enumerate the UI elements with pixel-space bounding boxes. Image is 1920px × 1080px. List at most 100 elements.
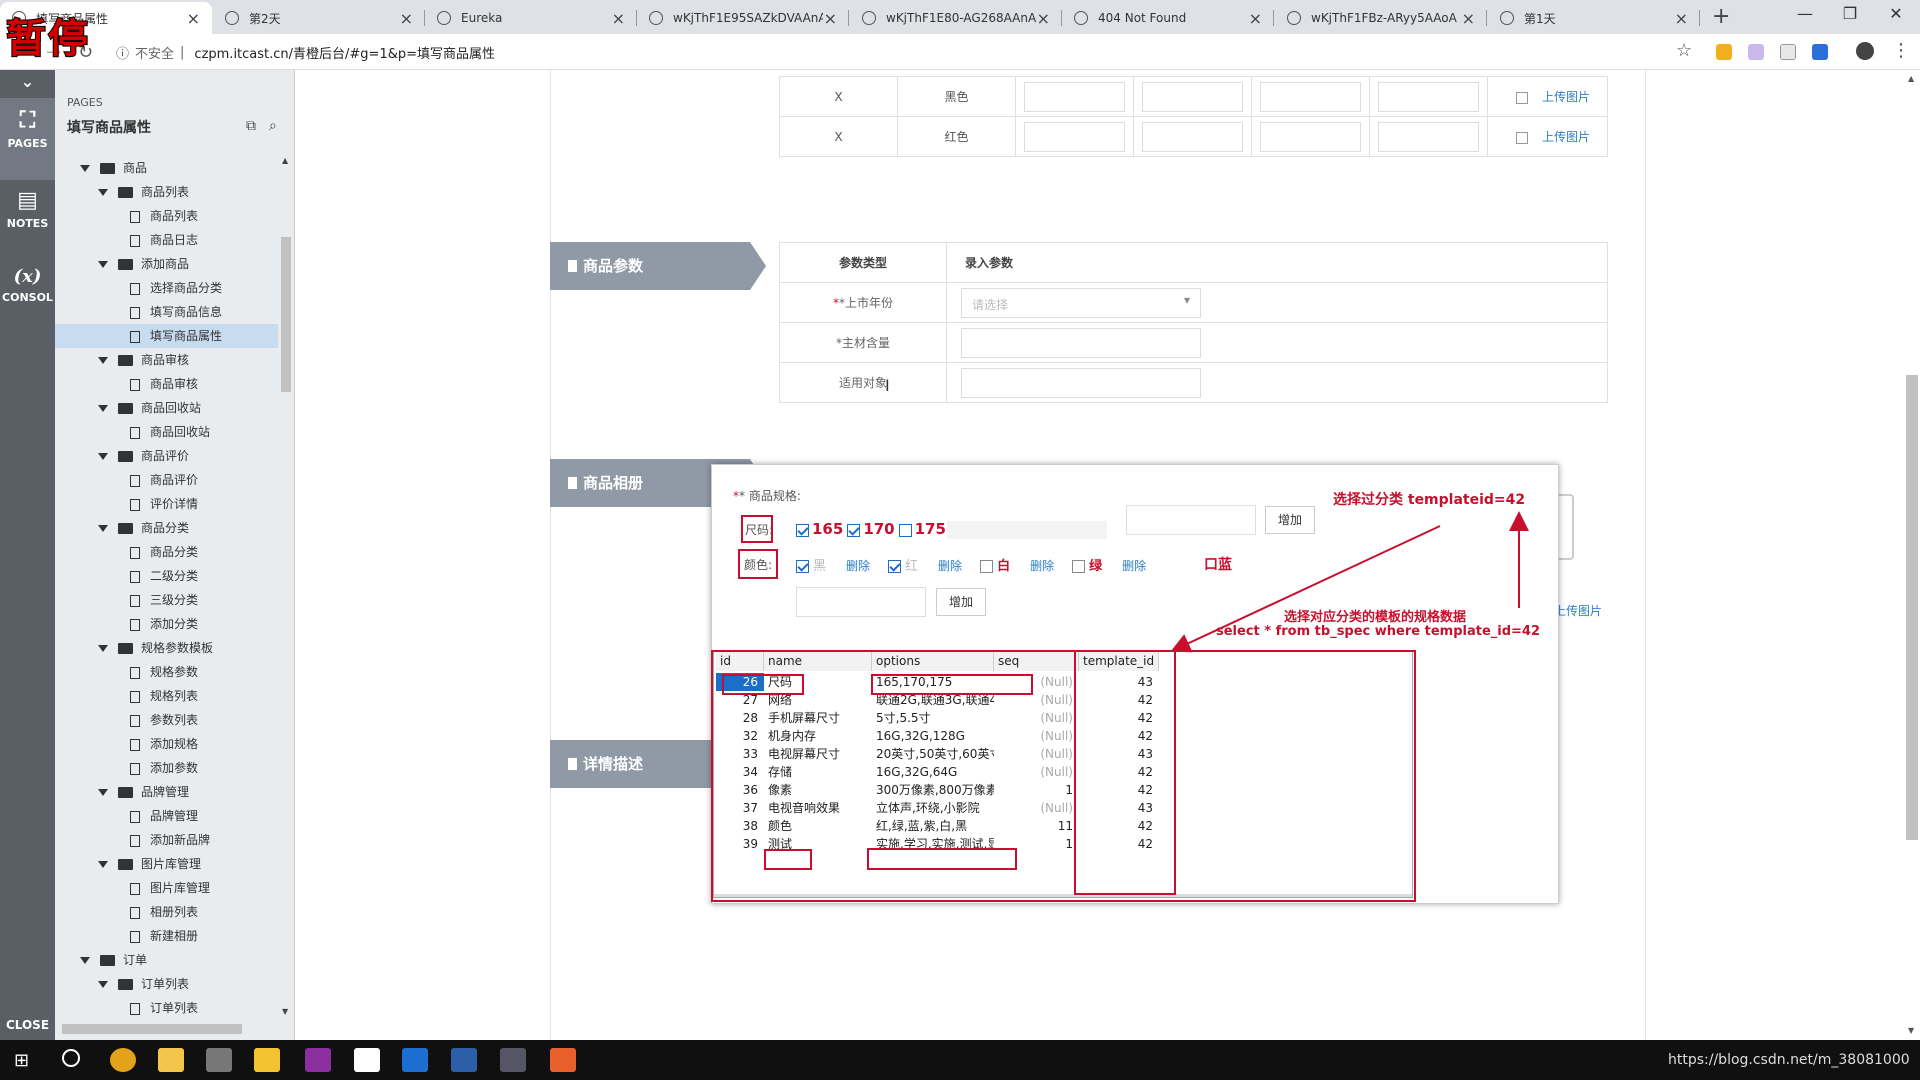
browser-tab[interactable]: 第1天 × <box>1488 2 1700 34</box>
scroll-down-arrow-icon[interactable]: ▼ <box>1908 1026 1914 1035</box>
color-checkbox[interactable] <box>888 560 902 573</box>
app-icon[interactable] <box>550 1048 576 1072</box>
tree-page[interactable]: 商品列表 <box>130 204 198 228</box>
tree-folder[interactable]: 商品评价 <box>98 444 189 468</box>
app-icon[interactable] <box>500 1048 526 1072</box>
size-checkbox[interactable] <box>796 524 809 537</box>
sku-weight-input[interactable] <box>1378 121 1479 152</box>
delete-link[interactable]: 删除 <box>938 559 962 573</box>
browser-tab[interactable]: wKjThF1E80-AG268AAnA × <box>850 2 1062 34</box>
expand-triangle-icon[interactable] <box>80 165 90 172</box>
windows-start-icon[interactable]: ⊞ <box>14 1050 29 1071</box>
scroll-up-arrow-icon[interactable]: ▲ <box>282 156 288 165</box>
target-input[interactable] <box>961 367 1201 398</box>
size-checkbox[interactable] <box>898 524 912 537</box>
tree-page[interactable]: 商品分类 <box>130 540 198 564</box>
sku-price-input[interactable] <box>1024 121 1125 152</box>
profile-avatar-icon[interactable] <box>1856 42 1874 60</box>
nav-pages[interactable]: ⛶ PAGES <box>0 98 55 180</box>
tab-close-icon[interactable]: × <box>1249 9 1262 28</box>
tree-page[interactable]: 选择商品分类 <box>130 276 222 300</box>
expand-triangle-icon[interactable] <box>98 525 108 532</box>
app-icon[interactable] <box>206 1048 232 1072</box>
tree-folder[interactable]: 品牌管理 <box>98 780 189 804</box>
tree-folder[interactable]: 规格参数模板 <box>98 636 213 660</box>
app-icon[interactable] <box>402 1048 428 1072</box>
tree-page[interactable]: 品牌管理 <box>130 804 198 828</box>
tree-folder[interactable]: 商品回收站 <box>98 396 201 420</box>
color-option[interactable]: 黑 删除 <box>796 559 870 574</box>
nav-notes[interactable]: ▤ NOTES <box>0 188 55 230</box>
tree-page[interactable]: 商品日志 <box>130 228 198 252</box>
color-checkbox[interactable] <box>1072 560 1086 573</box>
chrome-icon[interactable] <box>110 1048 136 1072</box>
tab-close-icon[interactable]: × <box>400 9 413 28</box>
extension-icon[interactable] <box>1780 44 1796 60</box>
color-add-button[interactable]: 增加 <box>936 588 986 616</box>
collapse-chevron-icon[interactable]: ⌄ <box>0 72 55 91</box>
color-option[interactable]: 红 删除 <box>888 559 962 574</box>
tree-page[interactable]: 图片库管理 <box>130 876 210 900</box>
tree-page[interactable]: 商品评价 <box>130 468 198 492</box>
extension-icon[interactable] <box>1748 44 1764 60</box>
scroll-down-arrow-icon[interactable]: ▼ <box>282 1007 288 1016</box>
tree-page[interactable]: 商品回收站 <box>130 420 210 444</box>
delete-link[interactable]: 删除 <box>846 559 870 573</box>
expand-triangle-icon[interactable] <box>98 405 108 412</box>
size-checkbox[interactable] <box>847 524 861 537</box>
tree-page[interactable]: 订单列表 <box>130 996 198 1020</box>
browser-tab[interactable]: Eureka × <box>425 2 637 34</box>
tab-close-icon[interactable]: × <box>824 9 837 28</box>
expand-triangle-icon[interactable] <box>98 861 108 868</box>
size-option[interactable]: 175 <box>898 520 946 538</box>
sku-enable-checkbox[interactable] <box>1516 91 1528 104</box>
color-add-input[interactable] <box>796 587 926 617</box>
typora-icon[interactable] <box>354 1048 380 1072</box>
search-circle-icon[interactable] <box>62 1049 80 1067</box>
tree-page[interactable]: 评价详情 <box>130 492 198 516</box>
scroll-up-arrow-icon[interactable]: ▲ <box>1908 74 1914 83</box>
delete-link[interactable]: 删除 <box>1122 559 1146 573</box>
upload-image-link[interactable]: 上传图片 <box>1542 130 1590 144</box>
tree-page[interactable]: 规格列表 <box>130 684 198 708</box>
browser-tab[interactable]: 404 Not Found × <box>1062 2 1274 34</box>
size-add-input[interactable] <box>1126 505 1256 535</box>
sku-enable-checkbox[interactable] <box>1516 131 1528 144</box>
close-panel-button[interactable]: CLOSE <box>0 1018 55 1032</box>
expand-triangle-icon[interactable] <box>98 453 108 460</box>
tree-folder[interactable]: 订单 <box>80 948 147 972</box>
delete-link[interactable]: 删除 <box>1030 559 1054 573</box>
tree-page[interactable]: 添加分类 <box>130 612 198 636</box>
tree-page[interactable]: 填写商品属性 <box>55 324 278 348</box>
tab-close-icon[interactable]: × <box>1037 9 1050 28</box>
color-checkbox[interactable] <box>980 560 994 573</box>
tree-page[interactable]: 三级分类 <box>130 588 198 612</box>
url-text[interactable]: czpm.itcast.cn/青橙后台/#g=1&p=填写商品属性 <box>194 43 495 62</box>
extension-icon[interactable] <box>1716 44 1732 60</box>
tree-folder[interactable]: 商品审核 <box>98 348 189 372</box>
nav-console[interactable]: (x) CONSOL <box>0 266 55 304</box>
tree-page[interactable]: 规格参数 <box>130 660 198 684</box>
tree-page[interactable]: 二级分类 <box>130 564 198 588</box>
tree-page[interactable]: 添加新品牌 <box>130 828 210 852</box>
color-option[interactable]: 白 删除 <box>980 559 1054 574</box>
expand-triangle-icon[interactable] <box>98 645 108 652</box>
expand-triangle-icon[interactable] <box>98 981 108 988</box>
sku-alert-input[interactable] <box>1260 81 1361 112</box>
tree-page[interactable]: 相册列表 <box>130 900 198 924</box>
bookmark-star-icon[interactable]: ☆ <box>1676 40 1692 61</box>
tree-folder[interactable]: 订单列表 <box>98 972 189 996</box>
tab-close-icon[interactable]: × <box>1675 9 1688 28</box>
tree-horizontal-scrollbar[interactable] <box>62 1024 242 1034</box>
browser-tab[interactable]: wKjThF1FBz-ARyy5AAoA × <box>1275 2 1487 34</box>
tab-close-icon[interactable]: × <box>1462 9 1475 28</box>
open-new-window-icon[interactable]: ⧉ <box>246 118 256 134</box>
app-icon[interactable] <box>451 1048 477 1072</box>
tree-page[interactable]: 新建相册 <box>130 924 198 948</box>
tree-folder[interactable]: 商品列表 <box>98 180 189 204</box>
folder-icon[interactable] <box>254 1048 280 1072</box>
sku-price-input[interactable] <box>1024 81 1125 112</box>
expand-triangle-icon[interactable] <box>80 957 90 964</box>
search-pages-icon[interactable]: ⌕ <box>269 118 277 134</box>
omnibox[interactable]: ⓘ 不安全 | czpm.itcast.cn/青橙后台/#g=1&p=填写商品属… <box>108 38 1698 66</box>
